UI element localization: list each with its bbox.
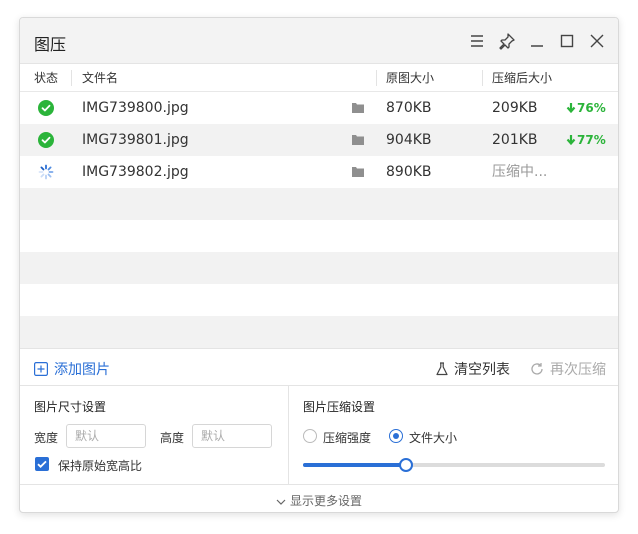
size-settings-panel: 图片尺寸设置 宽度 默认 高度 默认 保持原始宽高比	[20, 386, 289, 484]
footer-bar: 显示更多设置	[20, 484, 618, 512]
ratio-value: 76%	[577, 101, 606, 115]
window-title: 图压	[34, 35, 67, 54]
pin-icon[interactable]	[496, 30, 518, 52]
maximize-icon[interactable]	[556, 30, 578, 52]
column-header-filename[interactable]: 文件名	[82, 64, 118, 92]
app-window: 图压 状态 文件名 原图大小 压缩后大小 IMG739800.jpg 870KB…	[19, 17, 619, 513]
loading-spinner-icon	[38, 164, 54, 180]
show-more-settings-button[interactable]: 显示更多设置	[276, 492, 362, 509]
table-header: 状态 文件名 原图大小 压缩后大小	[20, 64, 618, 92]
width-input[interactable]: 默认	[66, 424, 146, 448]
folder-icon[interactable]	[352, 102, 364, 113]
add-icon	[34, 362, 49, 377]
slider-thumb[interactable]	[398, 458, 413, 472]
empty-row	[20, 316, 618, 348]
compress-settings-title: 图片压缩设置	[303, 400, 376, 414]
file-name: IMG739800.jpg	[82, 100, 189, 116]
column-divider[interactable]	[376, 70, 377, 86]
compressed-size: 压缩中...	[492, 164, 548, 180]
close-icon[interactable]	[586, 30, 608, 52]
arrow-down-icon	[566, 103, 576, 114]
slider-fill	[303, 463, 406, 467]
show-more-label: 显示更多设置	[289, 494, 362, 508]
chevron-down-icon	[276, 499, 286, 505]
clear-list-label: 清空列表	[454, 362, 510, 378]
action-bar: 添加图片 清空列表 再次压缩	[20, 348, 618, 386]
table-row[interactable]: IMG739800.jpg 870KB 209KB 76%	[20, 92, 618, 124]
folder-icon[interactable]	[352, 166, 364, 177]
compressed-size: 209KB	[492, 100, 538, 116]
ratio-value: 77%	[577, 133, 606, 147]
arrow-down-icon	[566, 135, 576, 146]
recompress-label: 再次压缩	[550, 362, 606, 378]
column-header-status[interactable]: 状态	[34, 64, 58, 92]
success-check-icon	[38, 100, 54, 116]
column-header-original-size[interactable]: 原图大小	[386, 64, 434, 92]
file-name: IMG739801.jpg	[82, 132, 189, 148]
title-bar: 图压	[20, 18, 618, 64]
compressed-size: 201KB	[492, 132, 538, 148]
folder-icon[interactable]	[352, 134, 364, 145]
original-size: 870KB	[386, 100, 432, 116]
table-row[interactable]: IMG739801.jpg 904KB 201KB 77%	[20, 124, 618, 156]
column-divider[interactable]	[71, 70, 72, 86]
clear-list-button[interactable]: 清空列表	[436, 359, 510, 379]
flask-icon	[436, 362, 448, 376]
size-settings-title: 图片尺寸设置	[34, 400, 107, 414]
menu-icon[interactable]	[466, 30, 488, 52]
check-icon	[37, 460, 47, 468]
success-check-icon	[38, 132, 54, 148]
original-size: 904KB	[386, 132, 432, 148]
add-image-button[interactable]: 添加图片	[34, 359, 110, 378]
compression-slider[interactable]	[303, 458, 605, 472]
empty-row	[20, 252, 618, 284]
add-image-label: 添加图片	[54, 362, 110, 378]
column-divider[interactable]	[482, 70, 483, 86]
file-list: IMG739800.jpg 870KB 209KB 76% IMG739801.…	[20, 92, 618, 348]
empty-row	[20, 284, 618, 316]
file-size-label: 文件大小	[409, 431, 458, 445]
compress-settings-panel: 图片压缩设置 压缩强度 文件大小	[289, 386, 618, 484]
radio-file-size[interactable]	[389, 429, 403, 443]
refresh-icon	[531, 363, 543, 375]
compress-strength-label: 压缩强度	[323, 431, 372, 445]
empty-row	[20, 220, 618, 252]
minimize-icon[interactable]	[526, 30, 548, 52]
height-label: 高度	[160, 431, 185, 445]
keep-ratio-label: 保持原始宽高比	[58, 459, 143, 473]
height-input[interactable]: 默认	[192, 424, 272, 448]
radio-compress-strength[interactable]	[303, 429, 317, 443]
width-label: 宽度	[34, 431, 59, 445]
compression-ratio: 77%	[566, 124, 606, 156]
original-size: 890KB	[386, 164, 432, 180]
column-header-compressed-size[interactable]: 压缩后大小	[492, 64, 552, 92]
recompress-button[interactable]: 再次压缩	[530, 359, 606, 379]
empty-row	[20, 188, 618, 220]
table-row[interactable]: IMG739802.jpg 890KB 压缩中...	[20, 156, 618, 188]
settings-panel: 图片尺寸设置 宽度 默认 高度 默认 保持原始宽高比 图片压缩设置 压缩强度 文…	[20, 386, 618, 484]
keep-ratio-checkbox[interactable]	[35, 457, 49, 471]
compression-ratio: 76%	[566, 92, 606, 124]
file-name: IMG739802.jpg	[82, 164, 189, 180]
